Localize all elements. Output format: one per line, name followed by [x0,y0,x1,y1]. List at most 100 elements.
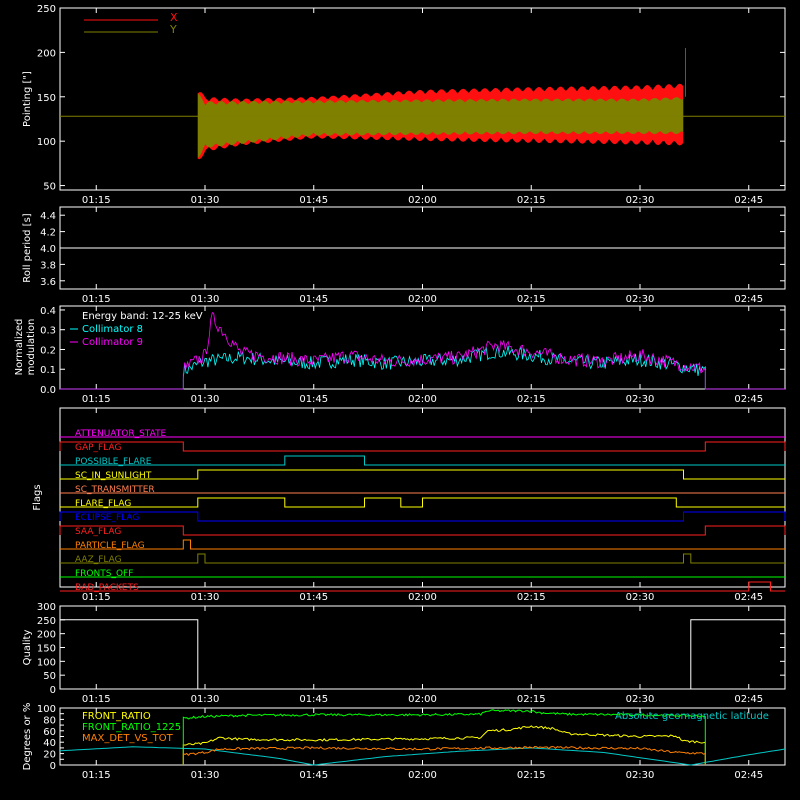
flag-line-saa_flag [59,525,786,536]
ratios-xtick-label: 01:15 [82,770,111,781]
quality-ytick-label: 50 [43,671,56,682]
pointing-xtick-label: 01:45 [299,195,328,206]
flags-xtick-label: 01:45 [299,592,328,603]
pointing-ylabel: Pointing ["] [22,71,33,127]
modulation-ytick-label: 0.0 [40,385,56,396]
modulation-ytick-label: 0.4 [40,306,56,317]
pointing-ytick-label: 150 [37,93,56,104]
roll-xtick-label: 01:45 [299,294,328,305]
quality-ytick-label: 250 [37,616,56,627]
pointing-ytick-label: 100 [37,137,56,148]
ratios-ytick-label: 100 [37,704,56,715]
flag-label-possible_flare: POSSIBLE_FLARE [75,457,152,467]
modulation-xtick-label: 01:45 [299,394,328,405]
flag-line-flare_flag [60,497,785,508]
ratios-front_ratio [182,725,706,765]
pointing-xtick-label: 02:00 [408,195,437,206]
ratios-ytick-label: 20 [43,750,56,761]
roll-ytick-label: 3.8 [40,260,56,271]
flag-label-gap_flag: GAP_FLAG [75,443,121,453]
quality-frame [59,605,786,690]
roll-ytick-label: 4.4 [40,211,56,222]
ratios-ytick-label: 0 [50,761,56,772]
flags-xtick-label: 02:00 [408,592,437,603]
quicklook-plot: 01:15 01:30 01:45 02:00 02:15 02:30 02:45 50 100… [14,4,786,781]
flags-xtick-label: 02:30 [626,592,655,603]
modulation-collimator-8 [60,345,785,390]
quality-ytick-label: 100 [37,657,56,668]
quality-ytick-label: 0 [50,685,56,696]
flag-label-fronts_off: FRONTS_OFF [75,569,133,579]
ratios-ytick-label: 40 [43,738,56,749]
flag-label-sc_transmitter: SC_TRANSMITTER [75,485,155,495]
pointing-ytick-label: 50 [43,182,56,193]
ratios-ylabel: Degrees or % [22,703,33,771]
ratios-xtick-label: 01:30 [191,770,220,781]
pointing-legend-label-Y: Y [169,23,177,36]
flags-xtick-label: 01:30 [191,592,220,603]
flag-label-aaz_flag: AAZ_FLAG [75,555,122,565]
flag-label-sc_in_sunlight: SC_IN_SUNLIGHT [75,471,152,481]
ratios-legend-max-det: MAX_DET_VS_TOT [82,733,174,744]
roll-xtick-label: 02:15 [517,294,546,305]
quality-xtick-label: 02:30 [626,694,655,705]
quality-ytick-label: 300 [37,602,56,613]
flag-label-particle_flag: PARTICLE_FLAG [75,541,145,551]
ratios-ytick-label: 60 [43,727,56,738]
ratios-xtick-label: 02:00 [408,770,437,781]
quality-ylabel: Quality [22,630,33,666]
flag-line-aaz_flag [60,553,785,564]
roll-ytick-label: 3.6 [40,277,56,288]
modulation-legend-c8: Collimator 8 [82,324,143,335]
ratios-legend-front-ratio-1225: FRONT_RATIO_1225 [82,722,181,733]
flag-line-particle_flag [60,539,785,550]
modulation-xtick-label: 02:30 [626,394,655,405]
flags-ylabel: Flags [32,484,43,510]
flag-line-gap_flag [59,441,786,452]
modulation-ylabel-line1: Normalized [14,319,25,376]
flag-label-flare_flag: FLARE_FLAG [75,499,131,509]
ratios-xtick-label: 02:30 [626,770,655,781]
roll-ytick-label: 4.0 [40,244,56,255]
flag-label-bad_packets: BAD_PACKETS [75,583,139,593]
pointing-xtick-label: 02:30 [626,195,655,206]
pointing-ytick-label: 250 [37,4,56,15]
pointing-xtick-label: 01:15 [82,195,111,206]
modulation-ylabel-line2: modulation [26,319,37,376]
modulation-energy-band: Energy band: 12-25 keV [82,311,203,322]
ratios-xtick-label: 01:45 [299,770,328,781]
flag-label-eclipse_flag: ECLIPSE_FLAG [75,513,139,523]
quality-xtick-label: 01:45 [299,694,328,705]
flag-label-saa_flag: SAA_FLAG [75,527,121,537]
modulation-xtick-label: 02:15 [517,394,546,405]
flag-line-eclipse_flag [59,511,786,522]
flag-line-possible_flare [60,455,785,466]
quality-xtick-label: 01:30 [191,694,220,705]
roll-xtick-label: 02:45 [734,294,763,305]
roll-ytick-label: 4.2 [40,228,56,239]
modulation-ytick-label: 0.3 [40,326,56,337]
ratios-xtick-label: 02:45 [734,770,763,781]
modulation-xtick-label: 01:15 [82,394,111,405]
modulation-xtick-label: 02:45 [734,394,763,405]
flags-xtick-label: 02:45 [734,592,763,603]
quality-xtick-label: 01:15 [82,694,111,705]
roll-xtick-label: 01:30 [191,294,220,305]
roll-xtick-label: 02:00 [408,294,437,305]
roll-xtick-label: 01:15 [82,294,111,305]
ratios-legend-front-ratio: FRONT_RATIO [82,711,151,722]
modulation-xtick-label: 02:00 [408,394,437,405]
flag-label-attenuator_state: ATTENUATOR_STATE [75,429,167,439]
flags-xtick-label: 01:15 [82,592,111,603]
quality-line [60,619,785,690]
modulation-ytick-label: 0.1 [40,365,56,376]
ratios-xtick-label: 02:15 [517,770,546,781]
flag-line-sc_in_sunlight [60,469,785,480]
modulation-legend-c9: Collimator 9 [82,337,143,348]
pointing-xtick-label: 01:30 [191,195,220,206]
ratios-geomagnetic-label: Absolute geomagnetic latitude [615,711,769,722]
quality-xtick-label: 02:45 [734,694,763,705]
quality-xtick-label: 02:00 [408,694,437,705]
modulation-collimator-9 [60,312,785,390]
pointing-xtick-label: 02:45 [734,195,763,206]
